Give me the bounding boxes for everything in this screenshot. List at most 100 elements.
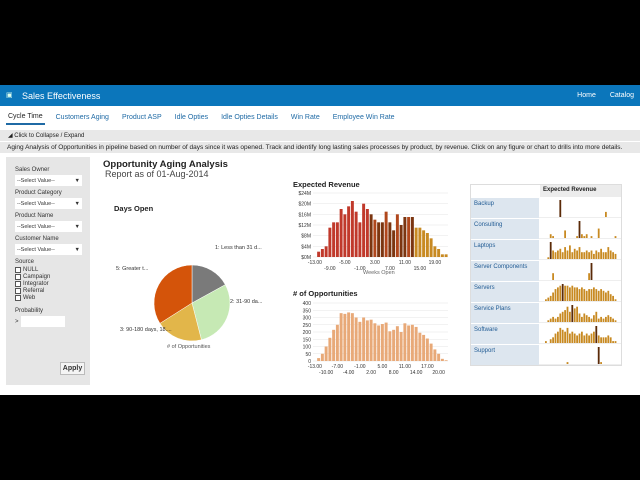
product-name[interactable]: Server Components [471, 261, 539, 281]
histogram-bar[interactable] [403, 217, 407, 257]
histogram-bar[interactable] [339, 313, 343, 361]
source-checkbox[interactable]: NULL [15, 267, 81, 273]
tab-idle-opties-details[interactable]: Idle Opties Details [219, 111, 280, 124]
histogram-bar[interactable] [365, 209, 369, 257]
histogram-bar[interactable] [422, 230, 426, 257]
histogram-bar[interactable] [362, 203, 366, 257]
histogram-bar[interactable] [328, 227, 332, 257]
sparkline-cell[interactable] [539, 282, 621, 302]
product-name[interactable]: Consulting [471, 219, 539, 239]
histogram-bar[interactable] [380, 324, 384, 361]
tab-cycle-time[interactable]: Cycle Time [6, 110, 45, 125]
histogram-bar[interactable] [395, 326, 399, 361]
histogram-bar[interactable] [347, 312, 351, 361]
sparkline-cell[interactable] [539, 324, 621, 344]
table-row[interactable]: Consulting [471, 218, 621, 239]
histogram-bar[interactable] [433, 246, 437, 257]
filter-select[interactable]: --Select Value-- ▼ [15, 221, 82, 232]
histogram-bar[interactable] [418, 332, 422, 361]
histogram-bar[interactable] [328, 337, 332, 361]
product-name[interactable]: Software [471, 324, 539, 344]
histogram-bar[interactable] [392, 230, 396, 257]
source-checkbox[interactable]: Integrator [15, 281, 81, 287]
histogram-bar[interactable] [410, 324, 414, 361]
histogram-bar[interactable] [437, 249, 441, 257]
histogram-bar[interactable] [407, 325, 411, 361]
apply-button[interactable]: Apply [60, 362, 85, 375]
sparkline-cell[interactable] [539, 303, 621, 323]
histogram-bar[interactable] [365, 320, 369, 361]
histogram-bar[interactable] [332, 222, 336, 257]
histogram-bar[interactable] [369, 319, 373, 361]
table-row[interactable]: Servers [471, 281, 621, 302]
histogram-bar[interactable] [425, 338, 429, 361]
histogram-bar[interactable] [429, 343, 433, 361]
histogram-bar[interactable] [418, 227, 422, 257]
histogram-bar[interactable] [377, 325, 381, 361]
histogram-bar[interactable] [444, 254, 448, 257]
histogram-bar[interactable] [350, 201, 354, 257]
histogram-bar[interactable] [354, 317, 358, 362]
table-row[interactable]: Server Components [471, 260, 621, 281]
table-row[interactable]: Software [471, 323, 621, 344]
histogram-bar[interactable] [354, 211, 358, 257]
days-open-pie-chart[interactable]: 1: Less than 31 d... 2: 31-90 da... 3: 90-… [100, 225, 290, 355]
sparkline-cell[interactable] [539, 219, 621, 239]
product-name[interactable]: Backup [471, 198, 539, 218]
sparkline-cell[interactable] [539, 261, 621, 281]
tab-employee-win-rate[interactable]: Employee Win Rate [331, 111, 397, 124]
histogram-bar[interactable] [320, 249, 324, 257]
histogram-bar[interactable] [350, 313, 354, 361]
table-row[interactable]: Laptops [471, 239, 621, 260]
product-name[interactable]: Support [471, 345, 539, 365]
histogram-bar[interactable] [444, 360, 448, 361]
histogram-bar[interactable] [324, 246, 328, 257]
histogram-bar[interactable] [399, 332, 403, 361]
histogram-bar[interactable] [373, 323, 377, 361]
histogram-bar[interactable] [332, 329, 336, 361]
product-name[interactable]: Servers [471, 282, 539, 302]
filter-select[interactable]: --Select Value-- ▼ [15, 244, 82, 255]
histogram-bar[interactable] [343, 313, 347, 361]
sparkline-cell[interactable] [539, 345, 621, 365]
histogram-bar[interactable] [407, 217, 411, 257]
histogram-bar[interactable] [335, 324, 339, 361]
table-row[interactable]: Support [471, 344, 621, 365]
collapse-toggle[interactable]: ◢ Click to Collapse / Expand [0, 130, 640, 141]
histogram-bar[interactable] [392, 329, 396, 361]
histogram-bar[interactable] [410, 217, 414, 257]
histogram-bar[interactable] [317, 251, 321, 257]
table-row[interactable]: Service Plans [471, 302, 621, 323]
histogram-bar[interactable] [440, 358, 444, 361]
histogram-bar[interactable] [339, 209, 343, 257]
histogram-bar[interactable] [380, 222, 384, 257]
histogram-bar[interactable] [388, 222, 392, 257]
histogram-bar[interactable] [425, 233, 429, 257]
filter-select[interactable]: --Select Value-- ▼ [15, 175, 82, 186]
source-checkbox[interactable]: Campaign [15, 274, 81, 280]
histogram-bar[interactable] [343, 214, 347, 257]
histogram-bar[interactable] [422, 334, 426, 361]
opportunities-chart[interactable]: 050100150200250300350400-13.00 -7.00 -1.00… [285, 298, 455, 378]
histogram-bar[interactable] [395, 214, 399, 257]
histogram-bar[interactable] [437, 353, 441, 361]
expected-revenue-chart[interactable]: $0M$4M$8M$12M$16M$20M$24M-13.00 -5.00 3.00… [285, 189, 455, 279]
histogram-bar[interactable] [403, 323, 407, 361]
tab-customers-aging[interactable]: Customers Aging [54, 111, 111, 124]
table-row[interactable]: Backup [471, 197, 621, 218]
histogram-bar[interactable] [320, 353, 324, 361]
histogram-bar[interactable] [377, 222, 381, 257]
nav-home-link[interactable]: Home [577, 92, 596, 99]
tab-idle-opties[interactable]: Idle Opties [173, 111, 210, 124]
histogram-bar[interactable] [384, 211, 388, 257]
filter-select[interactable]: --Select Value-- ▼ [15, 198, 82, 209]
histogram-bar[interactable] [347, 206, 351, 257]
histogram-bar[interactable] [358, 321, 362, 361]
probability-input[interactable] [20, 316, 65, 327]
histogram-bar[interactable] [429, 238, 433, 257]
product-name[interactable]: Service Plans [471, 303, 539, 323]
histogram-bar[interactable] [335, 222, 339, 257]
source-checkbox[interactable]: Referral [15, 288, 81, 294]
histogram-bar[interactable] [414, 227, 418, 257]
product-name[interactable]: Laptops [471, 240, 539, 260]
